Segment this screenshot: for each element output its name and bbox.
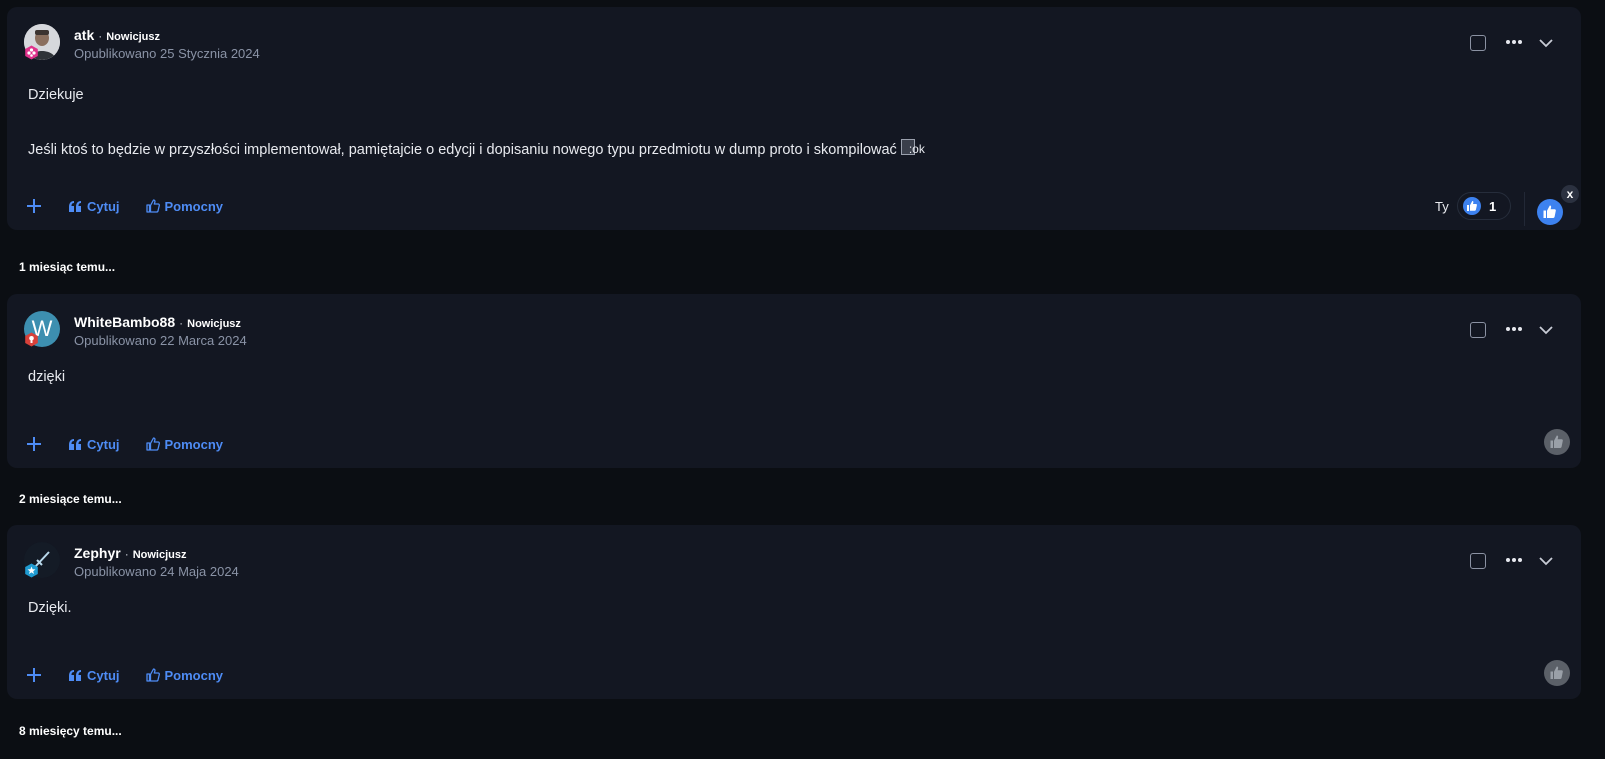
select-post-checkbox[interactable]	[1470, 553, 1486, 569]
quote-label: Cytuj	[87, 198, 120, 214]
post-actions: Cytuj Pomocny	[26, 434, 249, 454]
helpful-button[interactable]: Pomocny	[145, 198, 224, 214]
like-button[interactable]	[1544, 429, 1570, 455]
add-icon[interactable]	[27, 199, 41, 213]
author-line: atk · Nowicjusz	[74, 27, 160, 43]
post-body-line: Jeśli ktoś to będzie w przyszłości imple…	[28, 139, 939, 158]
chevron-down-icon[interactable]	[1538, 322, 1554, 338]
remove-reaction-button[interactable]: x	[1561, 185, 1579, 203]
select-post-checkbox[interactable]	[1470, 322, 1486, 338]
helpful-label: Pomocny	[164, 667, 224, 683]
time-separator: 2 miesiące temu...	[19, 492, 122, 506]
reaction-you-label: Ty	[1435, 199, 1449, 214]
thumbs-up-outline-icon	[145, 437, 160, 451]
reaction-summary[interactable]: 1	[1457, 192, 1511, 220]
post-body-line: Dziekuje	[28, 87, 84, 103]
post-date[interactable]: Opublikowano 24 Maja 2024	[74, 564, 239, 579]
separator-dot: ·	[179, 316, 184, 330]
more-options-icon[interactable]	[1503, 320, 1525, 338]
helpful-button[interactable]: Pomocny	[145, 667, 224, 683]
time-separator: 8 miesięcy temu...	[19, 724, 122, 738]
quote-button[interactable]: Cytuj	[69, 437, 120, 452]
add-icon[interactable]	[27, 668, 41, 682]
post-actions: Cytuj Pomocny	[26, 196, 249, 216]
quote-label: Cytuj	[87, 436, 120, 452]
more-options-icon[interactable]	[1503, 551, 1525, 569]
helpful-label: Pomocny	[164, 198, 224, 214]
quote-icon	[69, 200, 81, 212]
select-post-checkbox[interactable]	[1470, 35, 1486, 51]
author-rank: Nowicjusz	[106, 31, 161, 43]
separator-dot: ·	[98, 29, 103, 43]
like-button[interactable]	[1537, 199, 1563, 225]
quote-button[interactable]: Cytuj	[69, 668, 120, 683]
author-name[interactable]: WhiteBambo88	[74, 314, 175, 330]
post-card: W WhiteBambo88 · Nowicjusz Opublikowano 22…	[7, 294, 1581, 468]
quote-button[interactable]: Cytuj	[69, 199, 120, 214]
reaction-count: 1	[1489, 199, 1497, 214]
quote-icon	[69, 438, 81, 450]
rank-badge-icon	[24, 332, 39, 347]
more-options-icon[interactable]	[1503, 33, 1525, 51]
author-line: Zephyr · Nowicjusz	[74, 545, 186, 561]
post-body-line: dzięki	[28, 369, 66, 385]
broken-emoji-image: :ok	[900, 139, 939, 157]
thumbs-up-icon	[1543, 205, 1556, 218]
post-date[interactable]: Opublikowano 25 Stycznia 2024	[74, 46, 260, 61]
time-separator: 1 miesiąc temu...	[19, 260, 116, 274]
like-reaction-icon	[1463, 197, 1481, 215]
helpful-button[interactable]: Pomocny	[145, 436, 224, 452]
quote-label: Cytuj	[87, 667, 120, 683]
rank-badge-icon	[24, 45, 39, 60]
helpful-label: Pomocny	[164, 436, 224, 452]
author-rank: Nowicjusz	[132, 549, 187, 561]
author-rank: Nowicjusz	[187, 318, 241, 330]
thumbs-up-outline-icon	[145, 199, 160, 213]
author-name[interactable]: Zephyr	[74, 545, 121, 561]
add-icon[interactable]	[27, 437, 41, 451]
author-name[interactable]: atk	[74, 27, 94, 43]
post-date[interactable]: Opublikowano 22 Marca 2024	[74, 333, 247, 348]
post-actions: Cytuj Pomocny	[26, 665, 249, 685]
post-body-text: Jeśli ktoś to będzie w przyszłości imple…	[28, 142, 897, 158]
thumbs-up-outline-icon	[145, 668, 160, 682]
thumbs-up-icon	[1550, 435, 1563, 448]
quote-icon	[69, 669, 81, 681]
separator-dot: ·	[124, 547, 129, 561]
chevron-down-icon[interactable]	[1538, 553, 1554, 569]
divider	[1524, 192, 1525, 226]
post-card: atk · Nowicjusz Opublikowano 25 Stycznia 2…	[7, 7, 1581, 230]
chevron-down-icon[interactable]	[1538, 35, 1554, 51]
post-body-line: Dzięki.	[28, 600, 72, 616]
author-line: WhiteBambo88 · Nowicjusz	[74, 314, 241, 330]
like-button[interactable]	[1544, 660, 1570, 686]
rank-badge-icon	[24, 563, 39, 578]
thumbs-up-icon	[1550, 666, 1563, 679]
post-card: Zephyr · Nowicjusz Opublikowano 24 Maja 20…	[7, 525, 1581, 699]
